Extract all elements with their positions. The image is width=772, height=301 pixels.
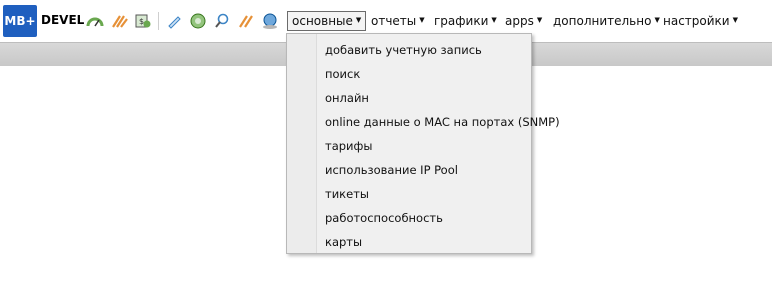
tag-icon[interactable] — [165, 12, 183, 30]
menu-item-online[interactable]: онлайн — [325, 91, 369, 105]
dropdown-icon-gutter — [287, 34, 317, 253]
menu-settings[interactable]: настройки ▼ — [663, 12, 738, 30]
chevron-down-icon: ▼ — [732, 16, 738, 24]
menu-item-tariffs[interactable]: тарифы — [325, 139, 372, 153]
menu-item-tickets[interactable]: тикеты — [325, 187, 369, 201]
chevron-down-icon: ▼ — [654, 16, 660, 24]
lightning-icon[interactable] — [237, 12, 255, 30]
chevron-down-icon: ▼ — [536, 16, 543, 24]
svg-text:$: $ — [139, 17, 144, 26]
menu-item-ip-pool[interactable]: использование IP Pool — [325, 163, 458, 177]
globe-icon[interactable] — [261, 12, 279, 30]
menu-item-search[interactable]: поиск — [325, 67, 360, 81]
menu-main[interactable]: основные ▼ — [287, 11, 367, 31]
search-icon[interactable] — [213, 12, 231, 30]
money-icon[interactable]: $ — [134, 12, 152, 30]
chevron-down-icon: ▼ — [419, 16, 425, 24]
lightning-icon[interactable] — [110, 12, 128, 30]
chevron-down-icon: ▼ — [355, 16, 362, 24]
menu-apps-label: apps — [505, 14, 534, 28]
menu-settings-label: настройки — [663, 14, 730, 28]
lime-icon[interactable] — [189, 12, 207, 30]
menu-main-label: основные — [292, 14, 353, 28]
menu-reports-label: отчеты — [371, 14, 417, 28]
menu-item-mac-snmp[interactable]: online данные о MAC на портах (SNMP) — [325, 115, 560, 129]
chevron-down-icon: ▼ — [491, 16, 497, 24]
menu-reports[interactable]: отчеты ▼ — [371, 12, 425, 30]
menu-additional[interactable]: дополнительно ▼ — [553, 12, 660, 30]
app-logo[interactable]: MB+ — [3, 5, 37, 37]
menu-item-health[interactable]: работоспособность — [325, 211, 443, 225]
quick-icons: $ — [86, 11, 285, 31]
main-menu-dropdown: добавить учетную запись поиск онлайн onl… — [286, 33, 560, 254]
gauge-icon[interactable] — [86, 12, 104, 30]
menu-additional-label: дополнительно — [553, 14, 652, 28]
menu-item-add-account[interactable]: добавить учетную запись — [325, 43, 482, 57]
menu-graphs-label: графики — [434, 14, 489, 28]
app-brand: DEVEL — [41, 13, 85, 27]
menu-item-maps[interactable]: карты — [325, 235, 362, 249]
toolbar-divider — [158, 12, 159, 30]
menu-apps[interactable]: apps ▼ — [505, 12, 542, 30]
menu-graphs[interactable]: графики ▼ — [434, 12, 497, 30]
